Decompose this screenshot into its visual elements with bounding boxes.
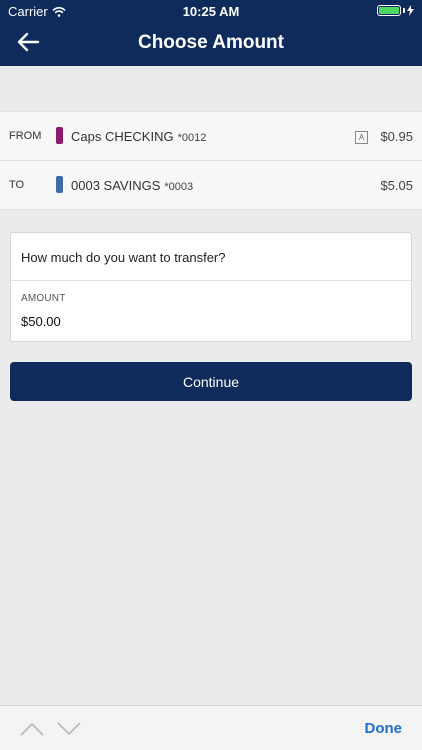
from-account-row[interactable]: FROM Caps CHECKING *0012 A $0.95 <box>0 112 422 161</box>
continue-button[interactable]: Continue <box>10 362 412 401</box>
navigation-bar: Carrier 10:25 AM Choose Amount <box>0 0 422 66</box>
to-account-row[interactable]: TO 0003 SAVINGS *0003 $5.05 <box>0 161 422 210</box>
done-button[interactable]: Done <box>365 720 403 737</box>
from-direction-label: FROM <box>9 130 42 142</box>
to-account-color-swatch <box>56 176 63 193</box>
amount-label: AMOUNT <box>21 293 66 304</box>
keyboard-accessory-bar: Done <box>0 705 422 750</box>
charging-bolt-icon <box>407 5 414 16</box>
page-title: Choose Amount <box>137 32 284 53</box>
transfer-question: How much do you want to transfer? <box>21 250 226 265</box>
to-account-name: 0003 SAVINGS <box>71 178 161 193</box>
from-account-name-group: Caps CHECKING *0012 <box>71 129 206 144</box>
to-account-balance: $5.05 <box>380 178 413 193</box>
from-account-mask: *0012 <box>177 132 207 144</box>
status-bar: Carrier 10:25 AM <box>0 0 422 22</box>
from-account-name: Caps CHECKING <box>71 129 174 144</box>
card-divider <box>11 280 411 281</box>
chevron-up-icon[interactable] <box>20 722 44 736</box>
chevron-down-icon[interactable] <box>57 722 81 736</box>
amount-card: How much do you want to transfer? AMOUNT <box>10 232 412 342</box>
battery-icon <box>377 5 414 16</box>
available-balance-badge: A <box>355 131 368 144</box>
to-account-name-group: 0003 SAVINGS *0003 <box>71 178 193 193</box>
transfer-accounts: FROM Caps CHECKING *0012 A $0.95 TO 0003 … <box>0 111 422 210</box>
to-account-mask: *0003 <box>164 181 194 193</box>
from-account-balance: $0.95 <box>380 129 413 144</box>
from-account-color-swatch <box>56 127 63 144</box>
amount-input[interactable] <box>21 314 321 329</box>
to-direction-label: TO <box>9 179 25 191</box>
status-time: 10:25 AM <box>182 4 240 19</box>
